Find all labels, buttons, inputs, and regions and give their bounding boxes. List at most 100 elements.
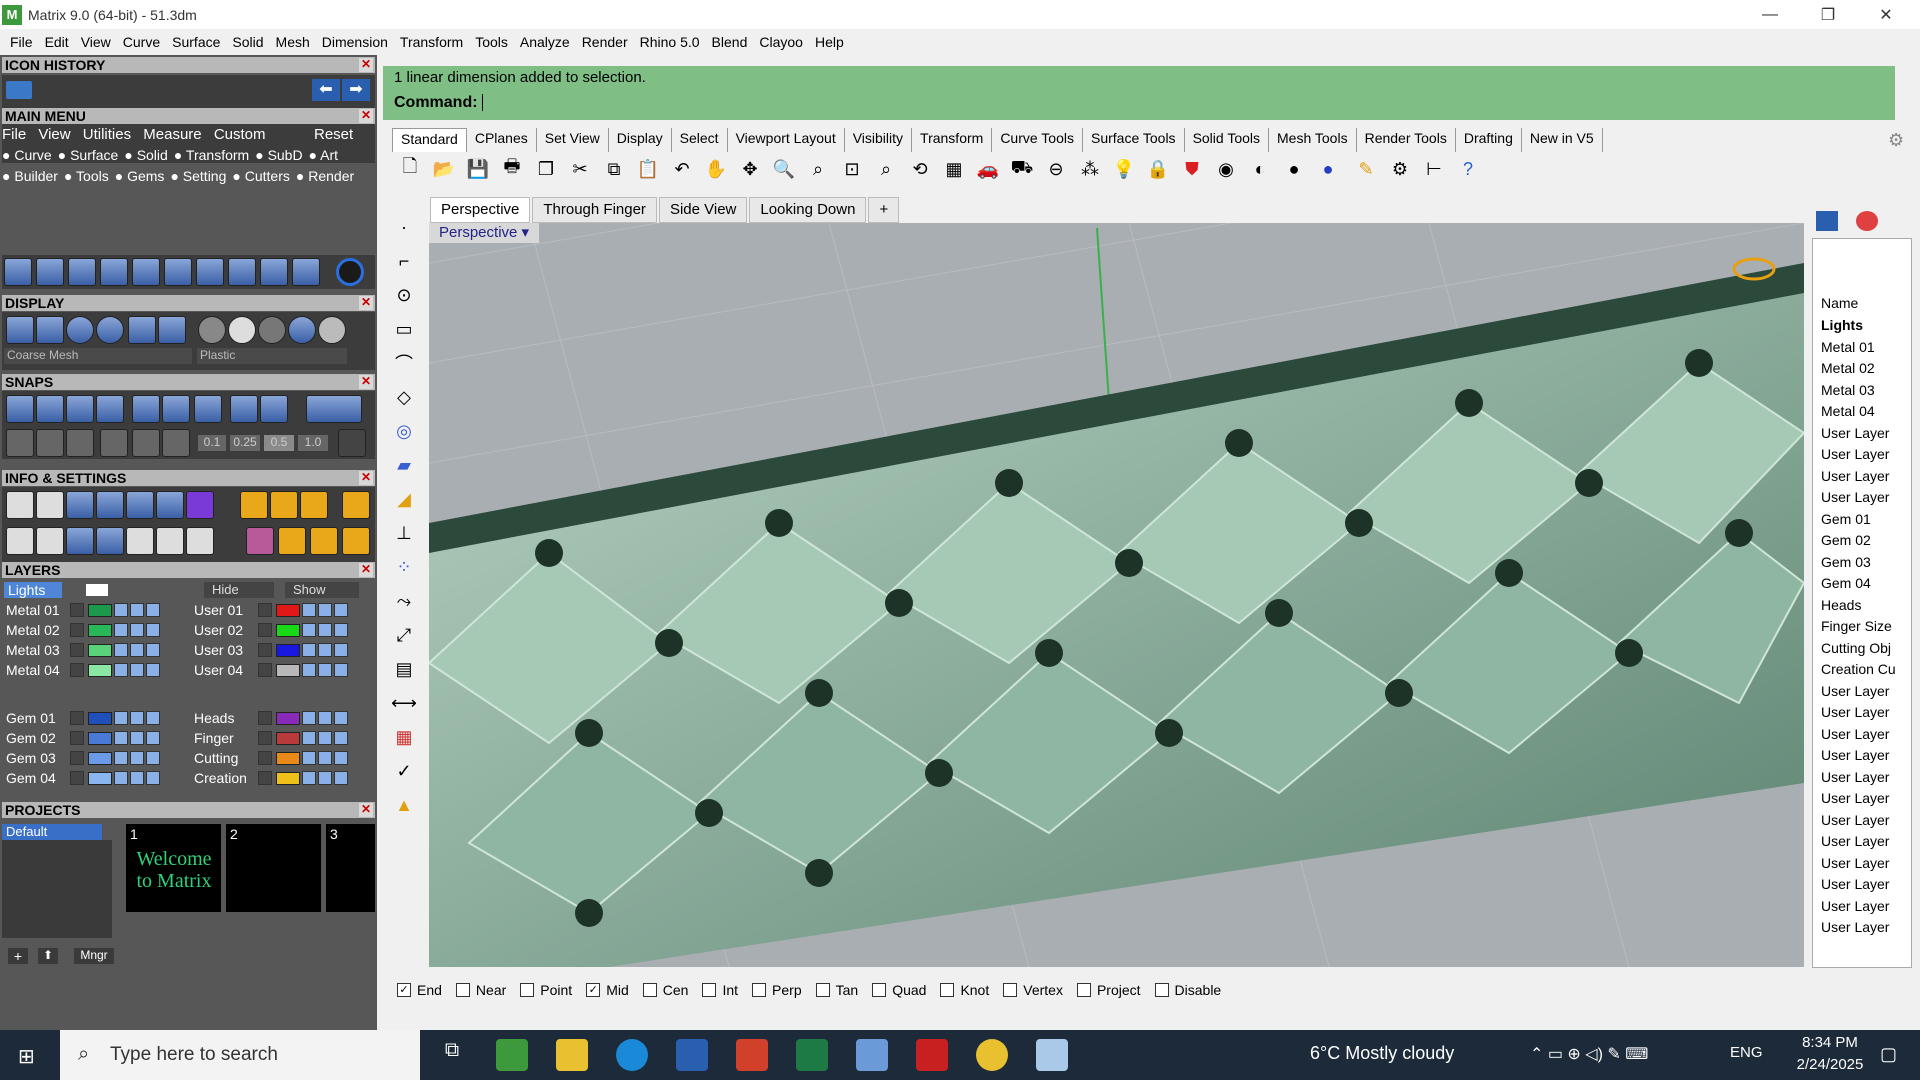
layer-name-item[interactable]: Heads bbox=[1821, 597, 1861, 613]
mesh-select[interactable]: Coarse Mesh bbox=[4, 348, 192, 364]
snap-perp-icon[interactable] bbox=[132, 395, 160, 423]
layer-name-item[interactable]: User Layer bbox=[1821, 919, 1889, 935]
layer-row[interactable]: Metal 03 bbox=[2, 641, 162, 659]
show-button[interactable]: Show bbox=[285, 582, 359, 598]
ghosted-icon[interactable] bbox=[36, 316, 64, 344]
select-filter-icon[interactable]: ⊖ bbox=[1042, 155, 1070, 183]
snap-val-01[interactable]: 0.1 bbox=[198, 435, 226, 451]
wireframe-icon[interactable] bbox=[6, 316, 34, 344]
layer-visible-icon[interactable] bbox=[130, 623, 144, 637]
menu-tools[interactable]: Tools bbox=[469, 34, 514, 50]
close-icon[interactable]: ✕ bbox=[359, 296, 373, 310]
sweep-icon[interactable]: ◢ bbox=[391, 486, 417, 512]
vp-tab-through-finger[interactable]: Through Finger bbox=[532, 197, 657, 223]
layer-name-item[interactable]: User Layer bbox=[1821, 747, 1889, 763]
layer-lock-icon[interactable] bbox=[114, 731, 128, 745]
object-icon[interactable] bbox=[186, 491, 214, 519]
menu-solid[interactable]: Solid bbox=[226, 34, 269, 50]
layer-name-item[interactable]: User Layer bbox=[1821, 489, 1889, 505]
checkbox[interactable] bbox=[815, 983, 830, 997]
snap-end[interactable]: ✓ End bbox=[397, 982, 442, 998]
layer-name-item[interactable]: User Layer bbox=[1821, 790, 1889, 806]
layer-lights[interactable]: Lights bbox=[4, 582, 62, 598]
gem-tool-icon[interactable] bbox=[246, 527, 274, 555]
layer-name-item[interactable]: Metal 03 bbox=[1821, 382, 1875, 398]
notifications-icon[interactable]: ▢ bbox=[1880, 1044, 1897, 1065]
layer-name-item[interactable]: User Layer bbox=[1821, 446, 1889, 462]
layer-lock-icon[interactable] bbox=[114, 771, 128, 785]
close-window-button[interactable]: ✕ bbox=[1857, 0, 1915, 29]
snap-disable[interactable]: Disable bbox=[1154, 982, 1221, 998]
checkbox[interactable]: ✓ bbox=[586, 983, 601, 997]
layer-name-item[interactable]: Gem 02 bbox=[1821, 532, 1871, 548]
layer-row[interactable]: Gem 03 bbox=[2, 749, 162, 767]
checkbox[interactable] bbox=[520, 983, 535, 997]
highlighter-icon[interactable]: ✎ bbox=[1352, 155, 1380, 183]
layer-row[interactable]: Gem 04 bbox=[2, 769, 162, 787]
menu-curve[interactable]: Curve bbox=[117, 34, 166, 50]
layer-color-swatch[interactable] bbox=[276, 643, 300, 657]
vp-tab-side-view[interactable]: Side View bbox=[658, 197, 748, 223]
red-tool-icon[interactable] bbox=[342, 491, 370, 519]
align-tool-icon[interactable]: ▤ bbox=[391, 656, 417, 682]
snap-perp[interactable]: Perp bbox=[752, 982, 802, 998]
layer-name-item[interactable]: Lights bbox=[1821, 317, 1863, 333]
tab-render-tools[interactable]: Render Tools bbox=[1357, 128, 1456, 152]
command-prompt[interactable]: Command: bbox=[394, 94, 483, 112]
layer-expand-icon[interactable] bbox=[70, 663, 84, 677]
chrome-icon[interactable] bbox=[976, 1039, 1008, 1071]
pan-icon[interactable]: ✋ bbox=[702, 155, 730, 183]
shaded-icon[interactable] bbox=[66, 316, 94, 344]
rotate-icon[interactable] bbox=[36, 258, 64, 286]
layer-expand-icon[interactable] bbox=[258, 731, 272, 745]
mirror-icon[interactable] bbox=[100, 258, 128, 286]
vp-tab-looking-down[interactable]: Looking Down bbox=[749, 197, 867, 223]
zoom-window-icon[interactable]: ⌕ bbox=[804, 155, 832, 183]
snap-int-icon[interactable] bbox=[66, 395, 94, 423]
layer-name-item[interactable]: User Layer bbox=[1821, 425, 1889, 441]
layer-expand-icon[interactable] bbox=[258, 603, 272, 617]
snap-end-icon[interactable] bbox=[6, 395, 34, 423]
tab-transform[interactable]: Transform bbox=[912, 128, 993, 152]
sphere-shaded-icon[interactable]: ● bbox=[1280, 155, 1308, 183]
vp-tab-perspective[interactable]: Perspective bbox=[430, 197, 531, 223]
tree-icon[interactable] bbox=[156, 527, 184, 555]
new-file-icon[interactable]: 🗋 bbox=[396, 155, 424, 183]
restore-button[interactable]: ❐ bbox=[1799, 0, 1857, 29]
menu-mesh[interactable]: Mesh bbox=[270, 34, 316, 50]
search-box[interactable]: ⌕ Type here to search bbox=[60, 1030, 420, 1080]
tab-set-view[interactable]: Set View bbox=[537, 128, 609, 152]
mm-utilities[interactable]: Utilities bbox=[83, 126, 131, 143]
layer-expand-icon[interactable] bbox=[258, 623, 272, 637]
layer-lock-icon[interactable] bbox=[302, 751, 316, 765]
layer-row[interactable]: User 01 bbox=[190, 601, 350, 619]
checkbox[interactable] bbox=[702, 983, 717, 997]
checkbox[interactable] bbox=[455, 983, 470, 997]
layer-name-item[interactable]: User Layer bbox=[1821, 683, 1889, 699]
snap-quad-icon[interactable] bbox=[162, 395, 190, 423]
cylinder-icon[interactable] bbox=[96, 527, 124, 555]
checkbox[interactable] bbox=[1003, 983, 1018, 997]
checkbox[interactable] bbox=[752, 983, 767, 997]
dimension-linear-icon[interactable]: ⟷ bbox=[391, 690, 417, 716]
document-icon[interactable] bbox=[126, 491, 154, 519]
layer-visible-icon[interactable] bbox=[318, 751, 332, 765]
layers-panel-icon[interactable] bbox=[1816, 211, 1838, 231]
layer-name-item[interactable]: Metal 04 bbox=[1821, 403, 1875, 419]
layer-visible-icon[interactable] bbox=[318, 731, 332, 745]
layer-color-swatch[interactable] bbox=[276, 731, 300, 745]
settings-gear-icon[interactable] bbox=[6, 491, 34, 519]
help-icon[interactable]: ? bbox=[1454, 155, 1482, 183]
render-settings-icon[interactable] bbox=[240, 491, 268, 519]
add-project-icon[interactable]: + bbox=[8, 948, 28, 964]
layer-visible-icon[interactable] bbox=[318, 603, 332, 617]
tab-curve-tools[interactable]: Curve Tools bbox=[992, 128, 1083, 152]
undo-icon[interactable]: ↶ bbox=[668, 155, 696, 183]
array-tool-icon[interactable]: ▦ bbox=[391, 724, 417, 750]
mm-surface[interactable]: ● Surface bbox=[58, 147, 119, 163]
checkbox[interactable] bbox=[1076, 983, 1091, 997]
layers-icon[interactable] bbox=[66, 491, 94, 519]
xray-icon[interactable] bbox=[128, 316, 156, 344]
layer-row[interactable]: Metal 02 bbox=[2, 621, 162, 639]
viewports-icon[interactable] bbox=[6, 527, 34, 555]
